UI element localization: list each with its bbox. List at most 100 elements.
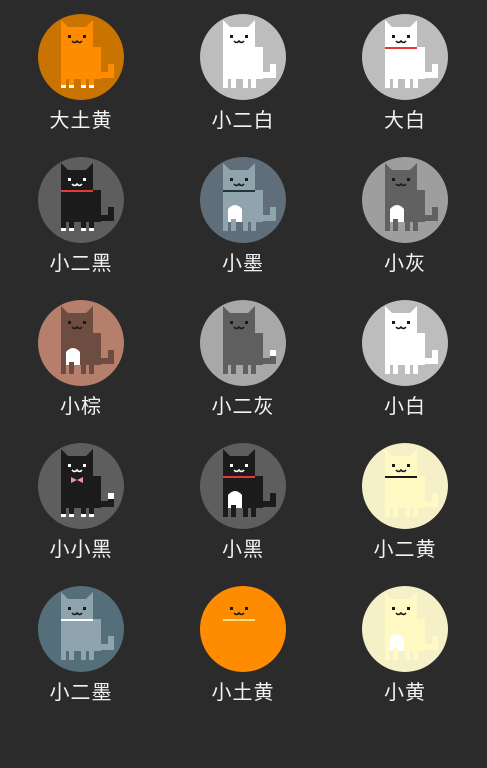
cat-eye-right — [407, 321, 410, 324]
cat-leg-3 — [405, 648, 410, 660]
cat-head — [223, 313, 255, 335]
cat-eye-right — [407, 464, 410, 467]
cat-leg-3 — [405, 362, 410, 374]
cat-leg-2 — [231, 219, 236, 231]
cat-head — [385, 456, 417, 478]
cat-leg-4-paw — [89, 85, 94, 88]
cat-leg-3 — [81, 648, 86, 660]
cat-head — [385, 313, 417, 335]
cat-eye-right — [83, 178, 86, 181]
cat-eye-right — [407, 35, 410, 38]
cat-avatar-icon — [200, 157, 286, 243]
cat-leg-2 — [231, 362, 236, 374]
cat-leg-1 — [61, 362, 66, 374]
cat-4-tile[interactable]: 小二黑 — [0, 143, 162, 286]
cat-collar — [61, 619, 93, 621]
cat-14-tile[interactable]: 小土黄 — [162, 572, 324, 715]
cat-avatar-icon — [38, 586, 124, 672]
cat-head — [223, 599, 255, 621]
cat-1-tile[interactable]: 大土黄 — [0, 0, 162, 143]
cat-name-label: 小二黑 — [49, 251, 113, 275]
cat-avatar-icon — [362, 157, 448, 243]
cat-leg-4 — [89, 648, 94, 660]
cat-eye-right — [245, 321, 248, 324]
cat-body — [61, 190, 101, 222]
cat-leg-2-paw — [69, 85, 74, 88]
cat-avatar-icon — [362, 300, 448, 386]
cat-name-label: 小土黄 — [211, 680, 275, 704]
cat-eye-left — [68, 178, 71, 181]
cat-leg-3-paw — [81, 228, 86, 231]
cat-collar — [223, 619, 255, 621]
cat-name-label: 小黄 — [384, 680, 426, 704]
cat-12-tile[interactable]: 小二黄 — [324, 429, 486, 572]
cat-leg-3 — [243, 505, 248, 517]
cat-avatar-icon — [200, 300, 286, 386]
cat-eye-right — [245, 178, 248, 181]
cat-eye-left — [68, 321, 71, 324]
cat-leg-2 — [231, 648, 236, 660]
cat-collar — [61, 190, 93, 192]
cat-eye-left — [392, 607, 395, 610]
cat-11-tile[interactable]: 小黑 — [162, 429, 324, 572]
cat-body — [223, 619, 263, 651]
cat-name-label: 大土黄 — [49, 108, 113, 132]
cat-name-label: 小二黄 — [373, 537, 437, 561]
cat-leg-2-paw — [69, 228, 74, 231]
cat-leg-1 — [385, 505, 390, 517]
cat-eye-right — [83, 35, 86, 38]
cat-5-tile[interactable]: 小墨 — [162, 143, 324, 286]
cat-2-tile[interactable]: 小二白 — [162, 0, 324, 143]
cat-leg-3 — [405, 76, 410, 88]
cat-leg-4 — [251, 219, 256, 231]
cat-10-tile[interactable]: 小小黑 — [0, 429, 162, 572]
cat-body — [385, 476, 425, 508]
cat-name-label: 小小黑 — [49, 537, 113, 561]
cat-avatar-icon — [38, 157, 124, 243]
cat-leg-3 — [243, 219, 248, 231]
cat-body — [61, 619, 101, 651]
cat-7-tile[interactable]: 小棕 — [0, 286, 162, 429]
cat-15-tile[interactable]: 小黄 — [324, 572, 486, 715]
cat-eye-right — [83, 464, 86, 467]
cat-3-tile[interactable]: 大白 — [324, 0, 486, 143]
cat-name-label: 小二墨 — [49, 680, 113, 704]
cat-head — [61, 170, 93, 192]
cat-body — [223, 47, 263, 79]
cat-leg-1 — [223, 362, 228, 374]
cat-6-tile[interactable]: 小灰 — [324, 143, 486, 286]
cat-leg-2 — [231, 76, 236, 88]
cat-leg-3-paw — [81, 514, 86, 517]
cat-eye-left — [392, 464, 395, 467]
cat-8-tile[interactable]: 小二灰 — [162, 286, 324, 429]
cat-collar — [223, 476, 255, 478]
cat-13-tile[interactable]: 小二墨 — [0, 572, 162, 715]
cat-eye-left — [230, 178, 233, 181]
cat-eye-left — [230, 607, 233, 610]
cat-leg-2-paw — [69, 514, 74, 517]
cat-leg-2 — [69, 648, 74, 660]
cat-eye-left — [392, 321, 395, 324]
cat-leg-1-paw — [61, 228, 66, 231]
cat-leg-3 — [243, 362, 248, 374]
cat-9-tile[interactable]: 小白 — [324, 286, 486, 429]
cat-tail-tip — [108, 493, 114, 499]
cat-leg-3 — [243, 76, 248, 88]
cat-eye-left — [68, 464, 71, 467]
cat-leg-4 — [413, 362, 418, 374]
cat-leg-3-paw — [81, 85, 86, 88]
cat-leg-1 — [223, 219, 228, 231]
cat-leg-3 — [405, 505, 410, 517]
cat-leg-2 — [393, 648, 398, 660]
cat-leg-4 — [251, 648, 256, 660]
cat-leg-4 — [413, 505, 418, 517]
cat-body — [385, 47, 425, 79]
cat-leg-1-paw — [61, 85, 66, 88]
cat-head — [61, 27, 93, 49]
cat-head — [61, 313, 93, 335]
cat-head — [223, 456, 255, 478]
cat-avatar-icon — [362, 443, 448, 529]
cat-collar — [385, 476, 417, 478]
cat-leg-2 — [393, 219, 398, 231]
cat-eye-left — [392, 178, 395, 181]
